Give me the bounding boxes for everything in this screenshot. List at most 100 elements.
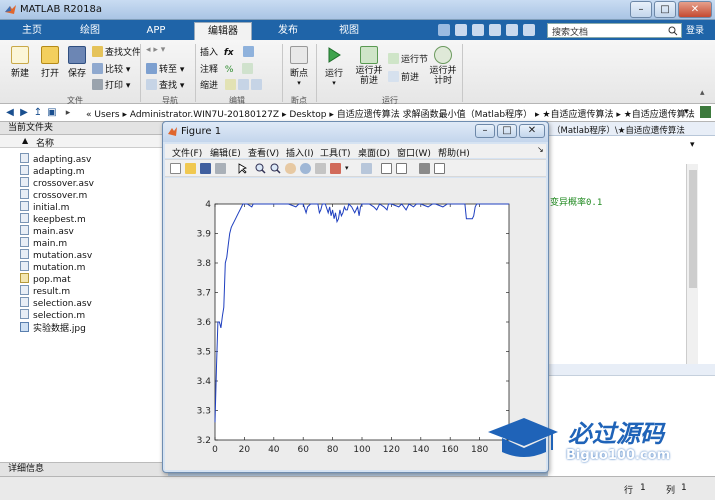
save-figure-icon[interactable] bbox=[200, 163, 211, 174]
open-file-icon[interactable] bbox=[185, 163, 196, 174]
brush-dropdown-icon[interactable]: ▾ bbox=[345, 163, 356, 174]
file-item[interactable]: adapting.asv bbox=[20, 153, 91, 165]
tab-editor[interactable]: 编辑器 bbox=[194, 22, 252, 40]
insert-colorbar-icon[interactable] bbox=[381, 163, 392, 174]
tab-view[interactable]: 视图 bbox=[320, 22, 378, 40]
cut-quick-icon[interactable] bbox=[455, 24, 467, 36]
hide-plot-tools-icon[interactable] bbox=[419, 163, 430, 174]
link-plot-icon[interactable] bbox=[361, 163, 372, 174]
breakpoints-button[interactable]: 断点 ▾ bbox=[285, 46, 313, 87]
figure-maximize-button[interactable]: □ bbox=[497, 124, 517, 138]
tab-plots[interactable]: 绘图 bbox=[64, 22, 116, 40]
insert-legend-icon[interactable] bbox=[396, 163, 407, 174]
figure-minimize-button[interactable]: – bbox=[475, 124, 495, 138]
file-item[interactable]: selection.asv bbox=[20, 297, 92, 309]
address-menu-icon[interactable]: ▸ bbox=[62, 107, 74, 119]
editor-menu-icon[interactable]: ▾ bbox=[690, 140, 695, 150]
editor-vertical-scrollbar[interactable] bbox=[686, 164, 698, 364]
wrap-comment-icon[interactable] bbox=[242, 63, 254, 74]
dock-arrow-icon[interactable]: ↘ bbox=[537, 145, 544, 154]
menu-window[interactable]: 窗口(W) bbox=[397, 146, 431, 159]
menu-desktop[interactable]: 桌面(D) bbox=[358, 146, 390, 159]
find-button[interactable]: 查找 ▾ bbox=[146, 78, 184, 91]
smart-indent-icon[interactable] bbox=[224, 79, 236, 90]
new-figure-icon[interactable] bbox=[170, 163, 181, 174]
up-folder-icon[interactable]: ↥ bbox=[32, 107, 44, 119]
menu-insert[interactable]: 插入(I) bbox=[286, 146, 314, 159]
menu-help[interactable]: 帮助(H) bbox=[438, 146, 470, 159]
tab-publish[interactable]: 发布 bbox=[262, 22, 314, 40]
file-item[interactable]: result.m bbox=[20, 285, 70, 297]
back-forward-icons[interactable]: ◂ ▸ ▾ bbox=[146, 45, 165, 55]
figure-title-bar[interactable]: Figure 1 – □ ✕ bbox=[163, 122, 548, 142]
file-item[interactable]: pop.mat bbox=[20, 273, 71, 285]
decrease-indent-icon[interactable] bbox=[250, 79, 262, 90]
data-cursor-icon[interactable] bbox=[315, 163, 326, 174]
paste-quick-icon[interactable] bbox=[489, 24, 501, 36]
search-documentation-input[interactable]: 搜索文档 bbox=[547, 23, 682, 38]
redo-quick-icon[interactable] bbox=[523, 24, 535, 36]
fx-icon[interactable]: fx bbox=[224, 48, 234, 58]
forward-arrow-icon[interactable]: ▶ bbox=[18, 107, 30, 119]
save-button[interactable]: 保存 bbox=[64, 46, 90, 79]
run-and-time-button[interactable]: 运行并计时 bbox=[428, 46, 458, 86]
print-figure-icon[interactable] bbox=[215, 163, 226, 174]
rotate-3d-icon[interactable] bbox=[300, 163, 311, 174]
run-section-button[interactable]: 运行节 bbox=[388, 52, 428, 65]
copy-quick-icon[interactable] bbox=[472, 24, 484, 36]
back-arrow-icon[interactable]: ◀ bbox=[4, 107, 16, 119]
brush-icon[interactable] bbox=[330, 163, 341, 174]
editor-tab-strip[interactable]: （Matlab程序）\★自适应遗传算法 bbox=[548, 122, 715, 136]
scrollbar-thumb[interactable] bbox=[689, 170, 697, 288]
file-item[interactable]: selection.m bbox=[20, 309, 85, 321]
breadcrumb-item[interactable]: Administrator.WIN7U-20180127Z bbox=[130, 110, 279, 120]
run-and-advance-button[interactable]: 运行并前进 bbox=[352, 46, 386, 86]
name-column-header[interactable]: 名称 ▲ bbox=[0, 135, 168, 149]
insert-button[interactable]: 插入 fx bbox=[200, 45, 256, 58]
save-quick-icon[interactable] bbox=[438, 24, 450, 36]
file-item[interactable]: crossover.asv bbox=[20, 177, 94, 189]
tab-apps[interactable]: APP bbox=[130, 22, 182, 40]
minimize-button[interactable]: – bbox=[630, 1, 652, 18]
compare-button[interactable]: 比较 ▾ bbox=[92, 62, 130, 75]
menu-edit[interactable]: 编辑(E) bbox=[210, 146, 241, 159]
new-button[interactable]: 新建 bbox=[6, 46, 34, 79]
file-item[interactable]: mutation.asv bbox=[20, 249, 92, 261]
zoom-in-icon[interactable] bbox=[255, 163, 266, 174]
login-link[interactable]: 登录 bbox=[686, 23, 704, 36]
edit-plot-arrow-icon[interactable] bbox=[237, 163, 248, 174]
breadcrumb-item[interactable]: 自适应遗传算法 求解函数最小值（Matlab程序） bbox=[337, 110, 532, 120]
menu-tools[interactable]: 工具(T) bbox=[320, 146, 351, 159]
menu-file[interactable]: 文件(F) bbox=[172, 146, 202, 159]
file-item[interactable]: crossover.m bbox=[20, 189, 87, 201]
breadcrumb-item[interactable]: ★自适应遗传算法 bbox=[542, 110, 613, 120]
zoom-out-icon[interactable] bbox=[270, 163, 281, 174]
file-item[interactable]: main.m bbox=[20, 237, 67, 249]
file-item[interactable]: initial.m bbox=[20, 201, 69, 213]
address-path[interactable]: « Users ▸ Administrator.WIN7U-20180127Z … bbox=[86, 107, 695, 120]
percent-icon[interactable]: % bbox=[225, 65, 234, 75]
file-item[interactable]: mutation.m bbox=[20, 261, 85, 273]
show-plot-tools-icon[interactable] bbox=[434, 163, 445, 174]
goto-button[interactable]: 转至 ▾ bbox=[146, 62, 184, 75]
pan-hand-icon[interactable] bbox=[285, 163, 296, 174]
menu-view[interactable]: 查看(V) bbox=[248, 146, 279, 159]
browse-folder-icon[interactable]: ▣ bbox=[46, 107, 58, 119]
browse-icon[interactable] bbox=[700, 106, 711, 118]
run-button[interactable]: 运行 ▾ bbox=[320, 46, 348, 87]
file-item[interactable]: keepbest.m bbox=[20, 213, 86, 225]
close-button[interactable]: ✕ bbox=[678, 1, 712, 18]
comment-button[interactable]: 注释 % bbox=[200, 62, 255, 75]
print-button[interactable]: 打印 ▾ bbox=[92, 78, 130, 91]
indent-button[interactable]: 缩进 bbox=[200, 78, 264, 91]
function-browser-icon[interactable] bbox=[242, 46, 254, 57]
file-item[interactable]: adapting.m bbox=[20, 165, 85, 177]
maximize-button[interactable]: □ bbox=[654, 1, 676, 18]
undo-quick-icon[interactable] bbox=[506, 24, 518, 36]
file-item[interactable]: main.asv bbox=[20, 225, 74, 237]
collapse-ribbon-icon[interactable]: ▴ bbox=[700, 88, 705, 98]
file-item[interactable]: 实验数据.jpg bbox=[20, 321, 86, 334]
address-dropdown-icon[interactable]: ▾ bbox=[684, 107, 689, 117]
tab-home[interactable]: 主页 bbox=[6, 22, 58, 40]
details-panel-header[interactable]: 详细信息 bbox=[0, 462, 168, 476]
